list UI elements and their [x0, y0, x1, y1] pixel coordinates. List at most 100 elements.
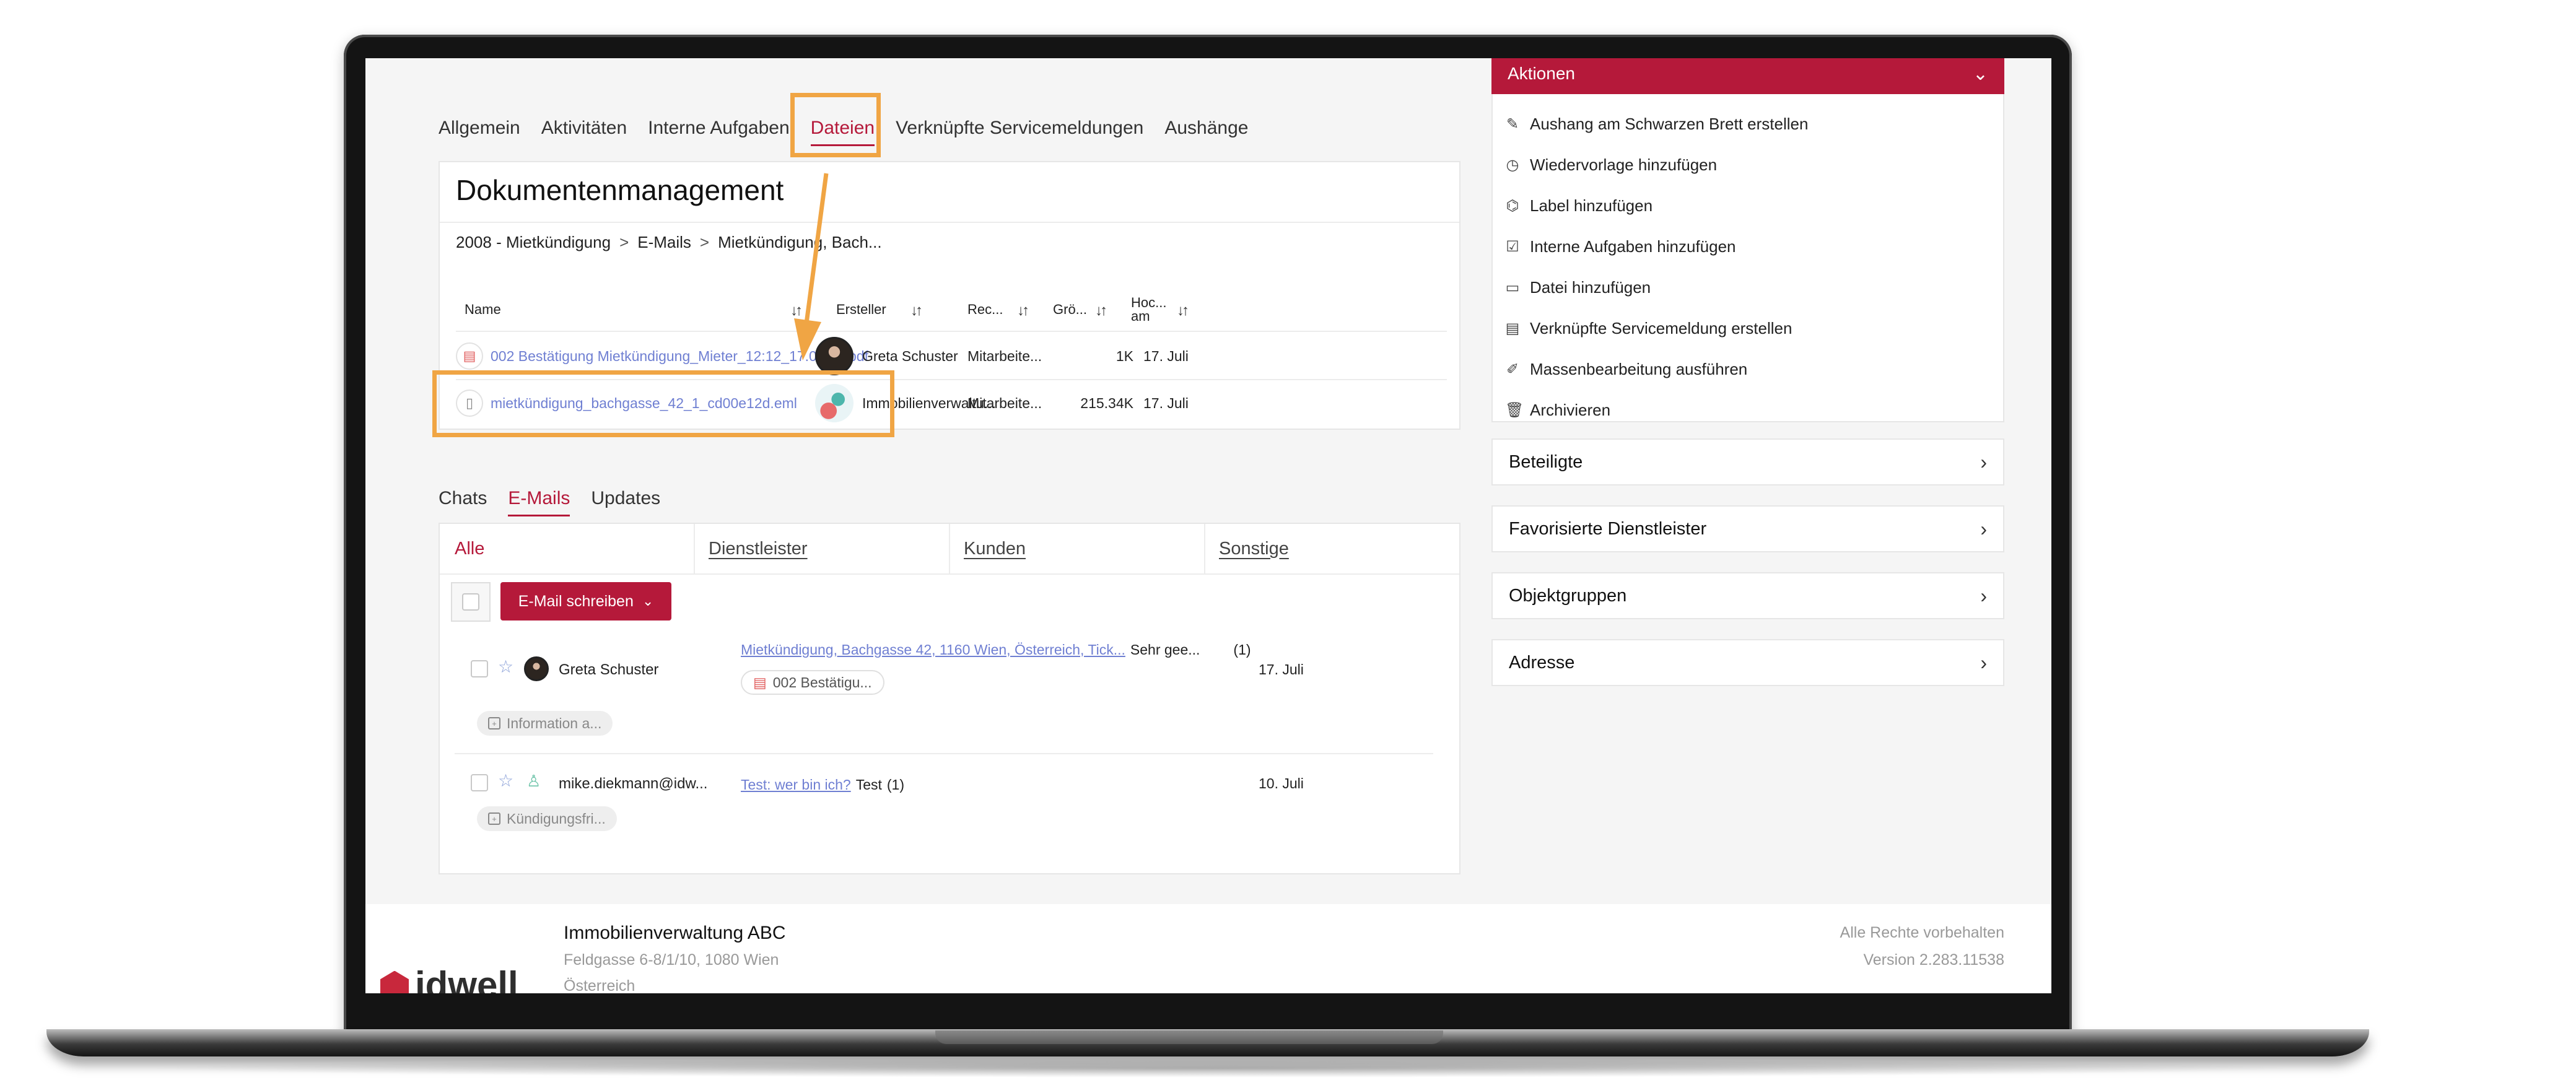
sort-icon[interactable]: ↓↑	[910, 302, 923, 320]
laptop-screen: Allgemein Aktivitäten Interne Aufgaben D…	[365, 58, 2051, 993]
footer-country: Österreich	[564, 977, 635, 993]
tab-verknuepfte-servicemeldungen[interactable]: Verknüpfte Servicemeldungen	[896, 114, 1143, 142]
file-size: 1K	[1116, 347, 1133, 364]
column-header-creator[interactable]: Ersteller	[836, 291, 886, 328]
aktion-wiedervorlage[interactable]: ◷ Wiedervorlage hinzufügen	[1505, 146, 1718, 183]
aktion-label: Wiedervorlage hinzufügen	[1530, 155, 1718, 174]
tab-allgemein[interactable]: Allgemein	[439, 114, 520, 142]
column-header-uploaded-line2: am	[1131, 308, 1150, 324]
footer-address: Feldgasse 6-8/1/10, 1080 Wien	[564, 951, 779, 969]
avatar	[815, 337, 854, 375]
filter-tab-sonstige[interactable]: Sonstige	[1219, 539, 1289, 559]
tab-aktivitaeten[interactable]: Aktivitäten	[541, 114, 627, 142]
column-header-uploaded[interactable]: Hoc... am	[1131, 291, 1166, 328]
attachment-name: 002 Bestätigu...	[772, 674, 872, 690]
column-header-rec[interactable]: Rec...	[967, 291, 1003, 328]
email-subject-link[interactable]: Mietkündigung, Bachgasse 42, 1160 Wien, …	[741, 642, 1125, 658]
tag-icon: +	[488, 717, 500, 729]
breadcrumb-item-mietkuendigung[interactable]: 2008 - Mietkündigung	[456, 233, 611, 252]
file-table-header: Name ↓↑ Ersteller ↓↑ Rec... ↓↑ Grö... ↓↑…	[456, 291, 1447, 328]
panel-title: Objektgruppen	[1509, 585, 1627, 606]
select-all-checkbox[interactable]	[462, 593, 479, 611]
filter-tab-kunden[interactable]: Kunden	[964, 539, 1026, 559]
select-all-checkbox-wrapper	[451, 582, 491, 622]
aktion-label: Interne Aufgaben hinzufügen	[1530, 237, 1736, 256]
email-subject-link[interactable]: Test: wer bin ich?	[741, 777, 851, 793]
email-checkbox[interactable]	[471, 774, 488, 791]
email-count: (1)	[1233, 642, 1251, 658]
divider	[694, 524, 695, 573]
page-footer: idwell Immobilienverwaltung ABC Feldgass…	[365, 904, 2051, 993]
star-icon[interactable]: ☆	[498, 656, 513, 677]
aktion-label: Label hinzufügen	[1530, 196, 1653, 215]
panel-adresse[interactable]: Adresse ›	[1491, 639, 2004, 686]
email-preview: Sehr gee...	[1130, 642, 1200, 658]
compose-email-label: E-Mail schreiben	[518, 592, 634, 610]
chevron-down-icon: ⌄	[1972, 63, 1988, 84]
filter-tab-alle[interactable]: Alle	[455, 524, 484, 573]
email-tag[interactable]: + Kündigungsfri...	[477, 806, 617, 831]
footer-company: Immobilienverwaltung ABC	[564, 923, 786, 943]
email-card: Alle Dienstleister Kunden Sonstige E-Mai…	[439, 523, 1460, 874]
file-rec: Mitarbeite...	[967, 394, 1042, 411]
trash-icon: 🗑	[1505, 401, 1524, 419]
communication-tabs: Chats E-Mails Updates	[439, 484, 660, 516]
aktion-label: Archivieren	[1530, 400, 1611, 419]
breadcrumb-separator: >	[699, 233, 710, 251]
panel-favorisierte-dienstleister[interactable]: Favorisierte Dienstleister ›	[1491, 505, 2004, 552]
tab-chats[interactable]: Chats	[439, 484, 487, 513]
tab-aushaenge[interactable]: Aushänge	[1164, 114, 1248, 142]
attachment-chip[interactable]: ▤ 002 Bestätigu...	[741, 670, 884, 695]
email-tag[interactable]: + Information a...	[477, 711, 613, 736]
aktion-datei-hinzufuegen[interactable]: ▭ Datei hinzufügen	[1505, 269, 1651, 306]
chevron-right-icon: ›	[1980, 651, 1987, 674]
pencil-icon: ✐	[1506, 360, 1519, 378]
aktionen-header[interactable]: Aktionen ⌄	[1491, 58, 2004, 94]
divider	[949, 524, 950, 573]
email-preview: Test	[855, 777, 882, 793]
compose-email-button[interactable]: E-Mail schreiben ⌄	[500, 582, 671, 621]
document-management-title: Dokumentenmanagement	[456, 174, 784, 206]
sort-icon[interactable]: ↓↑	[790, 302, 803, 320]
person-icon: ♙	[526, 772, 541, 790]
tab-emails[interactable]: E-Mails	[508, 484, 570, 516]
panel-objektgruppen[interactable]: Objektgruppen ›	[1491, 572, 2004, 619]
breadcrumb-item-emails[interactable]: E-Mails	[637, 233, 691, 252]
aktion-label-hinzufuegen[interactable]: ⌬ Label hinzufügen	[1505, 187, 1653, 224]
logo-mark	[380, 970, 409, 993]
tab-updates[interactable]: Updates	[591, 484, 660, 513]
email-sender: Greta Schuster	[559, 661, 659, 678]
aktion-massenbearbeitung[interactable]: ✐ Massenbearbeitung ausführen	[1505, 351, 1747, 388]
aktion-label: Aushang am Schwarzen Brett erstellen	[1530, 114, 1809, 133]
filter-tab-dienstleister[interactable]: Dienstleister	[709, 539, 808, 559]
email-sender: mike.diekmann@idw...	[559, 775, 708, 792]
clock-icon: ◷	[1506, 156, 1519, 173]
chevron-right-icon: ›	[1980, 517, 1987, 540]
email-subject-line: Test: wer bin ich? Test (1)	[741, 777, 904, 793]
email-checkbox[interactable]	[471, 660, 488, 677]
column-header-size[interactable]: Grö...	[1053, 291, 1087, 328]
aktion-interne-aufgaben[interactable]: ☑ Interne Aufgaben hinzufügen	[1505, 228, 1736, 265]
company-logo: idwell	[380, 964, 518, 993]
avatar	[524, 656, 549, 681]
aktion-aushang-erstellen[interactable]: ✎ Aushang am Schwarzen Brett erstellen	[1505, 105, 1809, 142]
email-count: (1)	[886, 777, 905, 793]
aktion-servicemeldung[interactable]: ▤ Verknüpfte Servicemeldung erstellen	[1505, 310, 1792, 347]
email-tag-label: Kündigungsfri...	[507, 810, 606, 827]
logo-text: idwell	[415, 964, 518, 993]
breadcrumb-item-current[interactable]: Mietkündigung, Bach...	[718, 233, 882, 252]
aktion-label: Massenbearbeitung ausführen	[1530, 359, 1748, 378]
checkbox-icon: ☑	[1506, 238, 1519, 255]
sort-icon[interactable]: ↓↑	[1017, 302, 1029, 320]
divider	[456, 331, 1447, 332]
tag-icon: +	[488, 812, 500, 825]
aktion-label: Verknüpfte Servicemeldung erstellen	[1530, 318, 1792, 338]
tab-interne-aufgaben[interactable]: Interne Aufgaben	[648, 114, 790, 142]
star-icon[interactable]: ☆	[498, 770, 513, 791]
file-date: 17. Juli	[1143, 394, 1189, 411]
aktion-archivieren[interactable]: 🗑 Archivieren	[1505, 391, 1610, 429]
column-header-name[interactable]: Name	[465, 291, 501, 328]
panel-beteiligte[interactable]: Beteiligte ›	[1491, 438, 2004, 486]
sort-icon[interactable]: ↓↑	[1177, 302, 1189, 320]
sort-icon[interactable]: ↓↑	[1095, 302, 1107, 320]
